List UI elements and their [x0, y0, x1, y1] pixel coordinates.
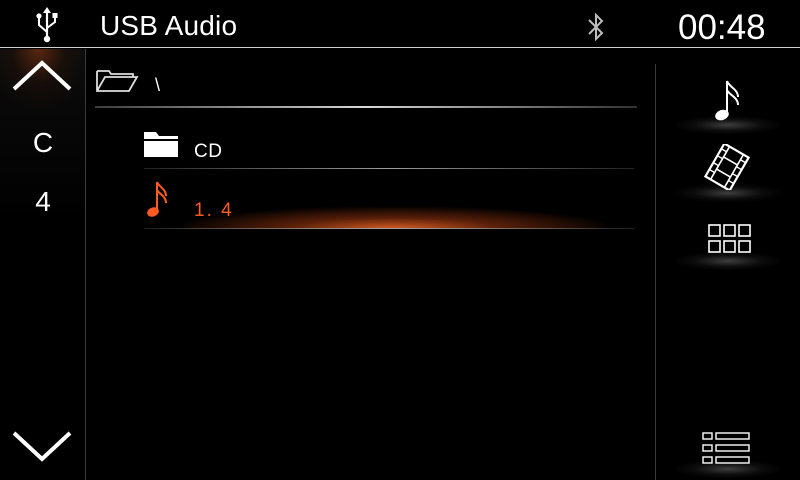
left-scroll-rail: C 4	[0, 49, 86, 480]
film-icon	[704, 144, 750, 190]
selection-glow	[184, 207, 604, 229]
list-icon	[702, 432, 750, 464]
music-mode-button[interactable]	[670, 68, 786, 134]
grid-icon	[708, 224, 751, 253]
clock: 00:48	[678, 8, 766, 47]
file-browser: \ CD 1. 4	[87, 49, 655, 480]
current-path[interactable]: \	[87, 49, 635, 107]
page-title: USB Audio	[100, 10, 238, 41]
row-divider	[144, 168, 634, 169]
path-text: \	[155, 75, 161, 95]
video-mode-button[interactable]	[670, 136, 786, 202]
list-item-folder[interactable]: CD	[144, 111, 634, 169]
chevron-down-icon[interactable]	[10, 427, 74, 467]
jump-index-c[interactable]: C	[0, 127, 86, 159]
row-divider	[144, 228, 634, 229]
music-note-icon	[147, 181, 167, 217]
right-mode-rail	[655, 64, 800, 480]
path-divider	[95, 106, 637, 108]
grid-view-button[interactable]	[670, 204, 786, 270]
folder-icon	[144, 132, 178, 157]
list-view-button[interactable]	[670, 412, 786, 478]
button-shine	[676, 252, 780, 270]
music-note-icon	[715, 80, 739, 121]
list-item-label: CD	[194, 141, 223, 162]
chevron-up-icon[interactable]	[10, 57, 74, 97]
bluetooth-icon	[588, 12, 604, 42]
header-bar: USB Audio 00:48	[0, 0, 800, 48]
usb-icon	[36, 7, 58, 43]
open-folder-icon	[96, 70, 139, 92]
list-item-song[interactable]: 1. 4	[144, 171, 634, 229]
jump-index-4[interactable]: 4	[0, 186, 86, 218]
